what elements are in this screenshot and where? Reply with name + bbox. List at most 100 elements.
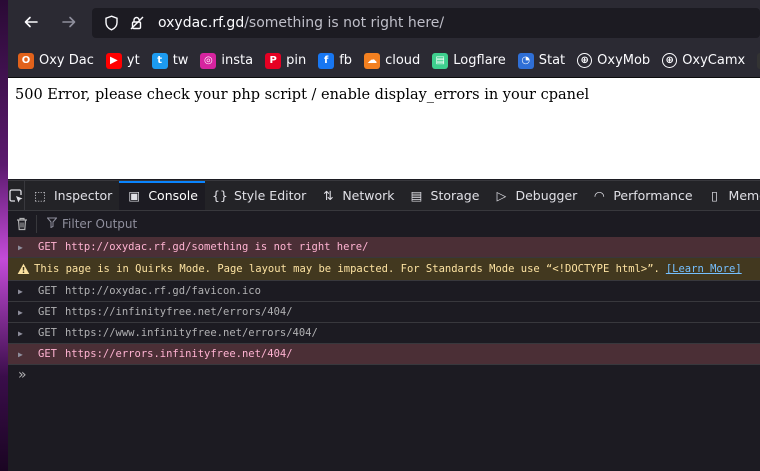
globe-icon: ⊕ — [662, 53, 678, 68]
tab-label: Inspector — [54, 188, 113, 203]
tab-network[interactable]: ⇅ Network — [313, 181, 401, 210]
forward-button[interactable] — [54, 7, 84, 37]
inspector-icon: ⬚ — [34, 188, 46, 203]
url-text[interactable]: oxydac.rf.gd/something is not right here… — [158, 15, 444, 31]
tab-label: Debugger — [515, 188, 578, 203]
memory-icon: ▯ — [711, 188, 718, 203]
error-message: 500 Error, please check your php script … — [15, 87, 590, 103]
debugger-icon: ▷ — [496, 188, 507, 203]
url-host: oxydac.rf.gd — [158, 15, 245, 31]
bookmark-label: OxyMob — [597, 53, 651, 68]
instagram-icon: ◎ — [200, 52, 217, 69]
logflare-icon: ▤ — [432, 52, 449, 69]
bookmark-label: cloud — [385, 53, 421, 68]
request-url[interactable]: https://infinityfree.net/errors/404/ — [65, 306, 293, 318]
pinterest-icon: P — [265, 52, 282, 69]
tab-label: Console — [148, 188, 198, 203]
tab-storage[interactable]: ▤ Storage — [402, 181, 487, 210]
facebook-icon: f — [318, 52, 335, 69]
bookmark-label: insta — [221, 53, 254, 68]
filter-placeholder: Filter Output — [62, 217, 138, 231]
tab-console[interactable]: ▣ Console — [119, 181, 205, 210]
bookmark-label: Oxy Dac — [39, 53, 94, 68]
twitter-icon: t — [151, 52, 168, 69]
expand-triangle-icon[interactable]: ▶ — [18, 287, 30, 296]
bookmark-pin[interactable]: Ppin — [265, 52, 307, 69]
arrow-left-icon — [24, 16, 38, 28]
bookmark-logflare[interactable]: ▤ Logflare — [432, 52, 506, 69]
bookmark-fb[interactable]: f fb — [318, 52, 353, 69]
bookmark-yt[interactable]: ▶ yt — [105, 52, 140, 69]
bookmark-stat[interactable]: ◔ Stat — [517, 52, 566, 69]
bookmark-tw[interactable]: t tw — [151, 52, 189, 69]
network-icon: ⇅ — [323, 188, 334, 203]
oxy-dac-icon: O — [18, 52, 34, 69]
tab-label: Memory — [728, 188, 760, 203]
bookmark-label: Logflare — [453, 53, 506, 68]
element-picker-button[interactable] — [8, 181, 25, 210]
bookmark-label: Stat — [538, 53, 566, 68]
address-bar[interactable]: oxydac.rf.gd/something is not right here… — [92, 8, 760, 38]
bookmark-label: tw — [172, 53, 189, 68]
console-filter-bar: Filter Output — [8, 211, 760, 238]
request-url[interactable]: http://oxydac.rf.gd/something is not rig… — [65, 241, 368, 253]
learn-more-link[interactable]: [Learn More] — [666, 263, 742, 275]
tab-label: Style Editor — [233, 188, 307, 203]
request-url[interactable]: https://www.infinityfree.net/errors/404/ — [65, 327, 318, 339]
console-request-row[interactable]: ▶ GET https://infinityfree.net/errors/404/ — [8, 302, 760, 323]
bookmark-oxycamx[interactable]: ⊕ OxyCamx — [662, 53, 745, 68]
tab-memory[interactable]: ▯ Memory — [700, 181, 760, 210]
insecure-connection-icon[interactable] — [126, 12, 148, 34]
bookmark-insta[interactable]: ◎ insta — [200, 52, 254, 69]
tab-label: Network — [342, 188, 395, 203]
console-error-row[interactable]: ▶ GET https://errors.infinityfree.net/404/ — [8, 344, 760, 365]
bookmark-cloud[interactable]: ☁ cloud — [364, 52, 421, 69]
tracking-protection-shield-icon[interactable] — [100, 12, 122, 34]
request-method: GET — [38, 306, 57, 318]
console-output: ▶ GET http://oxydac.rf.gd/something is not… — [8, 237, 760, 365]
console-warning-row[interactable]: This page is in Quirks Mode. Page layout… — [8, 258, 760, 281]
stat-icon: ◔ — [517, 52, 534, 69]
tab-style-editor[interactable]: {} Style Editor — [205, 181, 313, 210]
request-url[interactable]: http://oxydac.rf.gd/favicon.ico — [65, 285, 261, 297]
tab-debugger[interactable]: ▷ Debugger — [486, 181, 584, 210]
console-input-prompt[interactable]: » — [18, 367, 27, 383]
expand-triangle-icon[interactable]: ▶ — [18, 329, 30, 338]
expand-triangle-icon[interactable]: ▶ — [18, 243, 30, 252]
desktop-background-edge — [0, 0, 8, 471]
url-path: /something is not right here/ — [244, 15, 445, 31]
expand-triangle-icon[interactable]: ▶ — [18, 308, 30, 317]
filter-output-input[interactable]: Filter Output — [46, 217, 138, 231]
warning-text: This page is in Quirks Mode. Page layout… — [34, 263, 660, 275]
request-method: GET — [38, 327, 57, 339]
storage-icon: ▤ — [410, 188, 423, 203]
console-request-row[interactable]: ▶ GET http://oxydac.rf.gd/favicon.ico — [8, 281, 760, 302]
style-editor-icon: {} — [211, 188, 228, 203]
cloudflare-icon: ☁ — [364, 52, 381, 69]
warning-icon — [16, 263, 30, 275]
browser-window: oxydac.rf.gd/something is not right here… — [8, 0, 760, 471]
bookmark-oxy-dac[interactable]: O Oxy Dac — [18, 52, 94, 69]
devtools-tab-bar: ⬚ Inspector ▣ Console {} Style Editor ⇅ Network… — [8, 180, 760, 211]
expand-triangle-icon[interactable]: ▶ — [18, 350, 30, 359]
tab-inspector[interactable]: ⬚ Inspector — [25, 181, 119, 210]
request-url[interactable]: https://errors.infinityfree.net/404/ — [65, 348, 293, 360]
console-error-row[interactable]: ▶ GET http://oxydac.rf.gd/something is not… — [8, 237, 760, 258]
element-picker-icon — [9, 188, 23, 202]
console-request-row[interactable]: ▶ GET https://www.infinityfree.net/errors/… — [8, 323, 760, 344]
request-method: GET — [38, 348, 57, 360]
nav-toolbar: oxydac.rf.gd/something is not right here… — [8, 0, 760, 44]
filter-icon — [46, 217, 58, 231]
tab-label: Performance — [613, 188, 693, 203]
bookmark-label: pin — [286, 53, 307, 68]
performance-icon: ◠ — [593, 188, 605, 203]
bookmark-label: fb — [339, 53, 353, 68]
tab-performance[interactable]: ◠ Performance — [584, 181, 699, 210]
arrow-right-icon — [62, 16, 76, 28]
clear-console-button[interactable] — [8, 215, 37, 233]
globe-icon: ⊕ — [577, 53, 593, 68]
bookmark-oxymob[interactable]: ⊕ OxyMob — [577, 53, 650, 68]
back-button[interactable] — [16, 7, 46, 37]
request-method: GET — [38, 241, 57, 253]
trash-icon — [17, 217, 27, 231]
